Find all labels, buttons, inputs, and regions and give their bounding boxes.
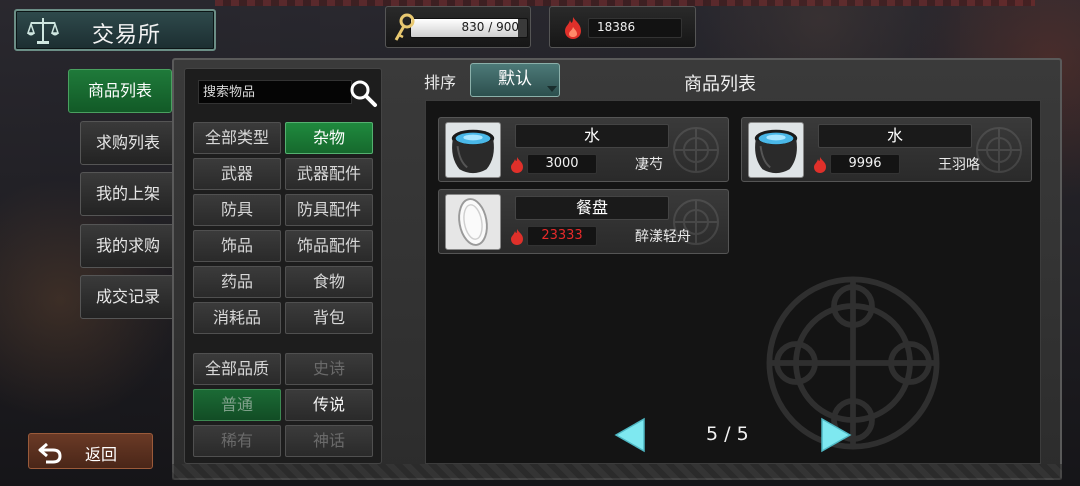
item-price: 9996 (830, 154, 900, 174)
filter-medicine[interactable]: 药品 (193, 266, 281, 298)
sort-label: 排序 (424, 73, 457, 92)
filter-armor[interactable]: 防具 (193, 194, 281, 226)
water-pot-icon (445, 122, 501, 178)
water-pot-icon (748, 122, 804, 178)
search-input[interactable] (198, 80, 352, 104)
list-item[interactable]: 餐盘 23333 醉漾轻舟 (438, 189, 729, 254)
prev-page-arrow-icon[interactable] (612, 417, 648, 453)
item-name: 水 (515, 124, 669, 148)
item-price: 3000 (527, 154, 597, 174)
currency-field: 18386 (588, 18, 682, 38)
currency-value: 18386 (597, 20, 636, 34)
key-icon (394, 13, 415, 41)
search-icon[interactable] (348, 78, 378, 108)
tab-trade-history[interactable]: 成交记录 (80, 275, 176, 319)
scales-icon (26, 18, 60, 44)
filter-accessory-parts[interactable]: 饰品配件 (285, 230, 373, 262)
next-page-arrow-icon[interactable] (818, 417, 854, 453)
list-item[interactable]: 水 3000 凄芍 (438, 117, 729, 182)
chevron-down-icon (547, 86, 557, 92)
back-button[interactable]: 返回 (28, 433, 153, 469)
filter-all-types[interactable]: 全部类型 (193, 122, 281, 154)
item-price: 23333 (527, 226, 597, 246)
item-seller: 凄芍 (635, 157, 663, 173)
filter-weapon-parts[interactable]: 武器配件 (285, 158, 373, 190)
return-arrow-icon (38, 442, 62, 464)
currency-panel: 18386 (549, 6, 696, 48)
stamina-panel: 830 / 900 (385, 6, 531, 48)
list-item[interactable]: 水 9996 王羽咯 (741, 117, 1032, 182)
flame-icon (511, 157, 523, 173)
item-seller: 醉漾轻舟 (635, 229, 691, 245)
filter-backpack[interactable]: 背包 (285, 302, 373, 334)
page-title: 交易所 (92, 23, 162, 48)
filter-legendary[interactable]: 传说 (285, 389, 373, 421)
item-name: 水 (818, 124, 972, 148)
flame-icon (814, 157, 826, 173)
filter-weapon[interactable]: 武器 (193, 158, 281, 190)
filter-all-quality[interactable]: 全部品质 (193, 353, 281, 385)
item-seller: 王羽咯 (938, 157, 980, 173)
filter-misc[interactable]: 杂物 (285, 122, 373, 154)
stamina-bar: 830 / 900 (410, 18, 528, 38)
knot-ornament-icon (673, 127, 719, 173)
stamina-value: 830 / 900 (461, 20, 519, 34)
title-bar: 交易所 (14, 9, 216, 51)
knot-ornament-icon (976, 127, 1022, 173)
tab-my-requests[interactable]: 我的求购 (80, 224, 176, 268)
filter-common[interactable]: 普通 (193, 389, 281, 421)
tab-my-listings[interactable]: 我的上架 (80, 172, 176, 216)
filter-rare[interactable]: 稀有 (193, 425, 281, 457)
item-name: 餐盘 (515, 196, 669, 220)
filter-accessory[interactable]: 饰品 (193, 230, 281, 262)
list-title: 商品列表 (684, 74, 756, 95)
page-indicator: 5 / 5 (706, 423, 749, 445)
filter-food[interactable]: 食物 (285, 266, 373, 298)
filter-consumable[interactable]: 消耗品 (193, 302, 281, 334)
plate-icon (445, 194, 501, 250)
flame-icon (511, 229, 523, 245)
flame-icon (565, 17, 581, 39)
tab-goods-list[interactable]: 商品列表 (68, 69, 172, 113)
back-label: 返回 (85, 445, 118, 464)
filter-mythic[interactable]: 神话 (285, 425, 373, 457)
filter-epic[interactable]: 史诗 (285, 353, 373, 385)
filter-armor-parts[interactable]: 防具配件 (285, 194, 373, 226)
tab-buy-requests[interactable]: 求购列表 (80, 121, 176, 165)
bottom-decor-strip (172, 464, 1062, 480)
